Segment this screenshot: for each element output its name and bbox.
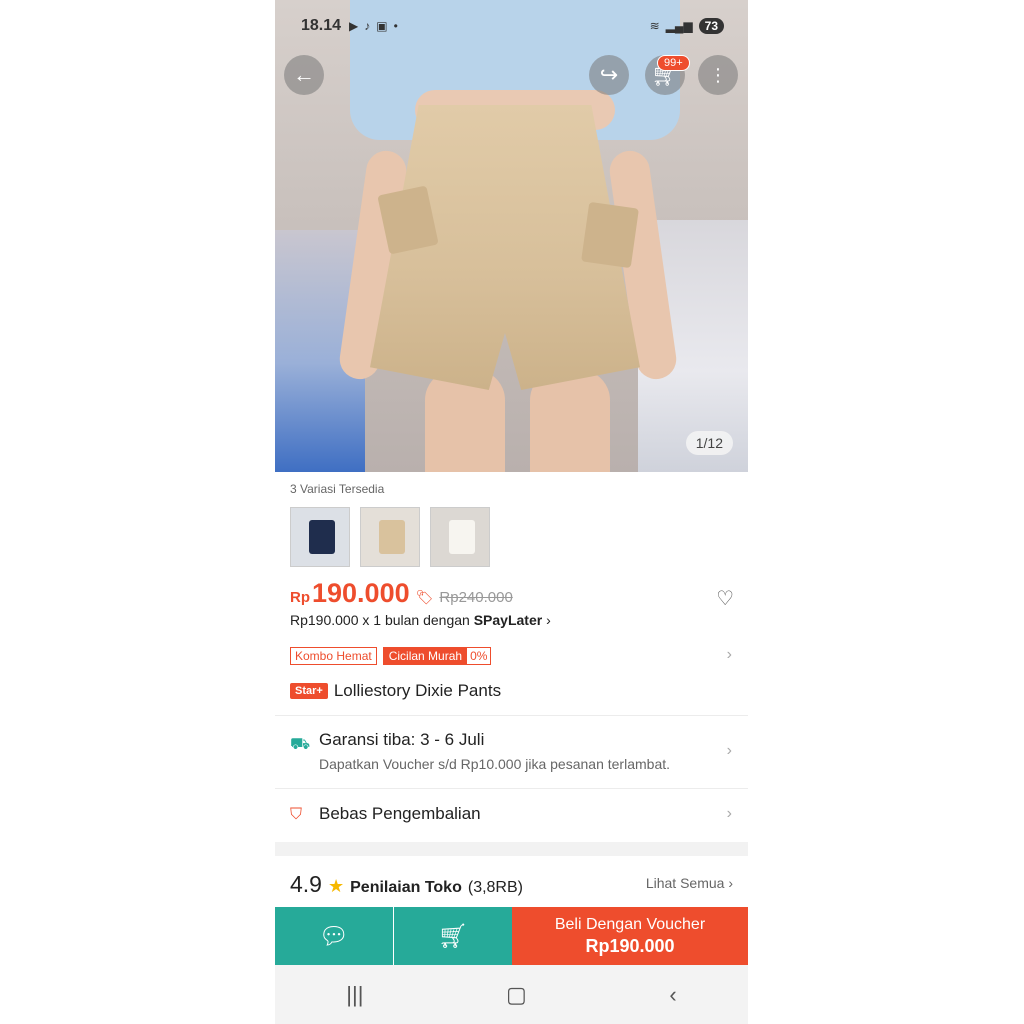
product-title: Lolliestory Dixie Pants <box>333 681 502 700</box>
price-row: Rp 190.000 🏷︎ Rp240.000 <box>290 578 513 609</box>
chat-icon: 💬︎ <box>318 922 350 950</box>
price-original: Rp240.000 <box>439 589 513 606</box>
recent-apps-icon[interactable]: ||| <box>346 982 363 1008</box>
cart-plus-icon: 🛒︎ <box>437 922 469 950</box>
variant-thumb-navy[interactable] <box>290 507 350 567</box>
add-to-cart-button[interactable]: 🛒︎ <box>394 907 512 965</box>
home-icon[interactable]: ▢ <box>506 982 527 1008</box>
product-page: 18.14 ▶ ♪ ▣ • ≋ ▂▄▆ 73 ← ↪ 🛒︎ 99+ ⋮ 1/12… <box>275 0 748 1024</box>
promo-tags[interactable]: Kombo Hemat Cicilan Murah 0% <box>290 647 492 665</box>
section-gap <box>275 842 748 856</box>
more-options-button[interactable]: ⋮ <box>698 55 738 95</box>
rating-score: 4.9 <box>290 871 322 897</box>
status-time: 18.14 <box>301 17 342 34</box>
more-vertical-icon: ⋮ <box>709 64 727 85</box>
star-plus-badge: Star+ <box>290 683 328 699</box>
favorite-heart-icon[interactable]: ♡ <box>716 586 734 611</box>
share-icon: ↪ <box>599 62 619 87</box>
price-currency: Rp <box>290 589 310 606</box>
shop-icon: ▣ <box>376 19 388 33</box>
back-button[interactable]: ← <box>284 55 324 95</box>
promo-tag-installment: Cicilan Murah 0% <box>382 647 492 665</box>
promo-tag-combo: Kombo Hemat <box>290 647 377 665</box>
back-nav-icon[interactable]: ‹ <box>669 982 676 1008</box>
arrow-left-icon: ← <box>293 62 315 87</box>
returns-title: Bebas Pengembalian <box>319 804 481 823</box>
rating-label: Penilaian Toko <box>350 879 462 896</box>
chevron-right-icon[interactable]: › <box>727 742 732 760</box>
chat-button[interactable]: 💬︎ <box>275 907 393 965</box>
battery-indicator: 73 <box>698 18 724 34</box>
signal-icon: ▂▄▆ <box>665 19 693 33</box>
variant-thumb-khaki[interactable] <box>360 507 420 567</box>
star-icon: ★ <box>327 876 345 896</box>
variant-thumbnails <box>290 507 490 567</box>
shield-check-icon: ⛉ <box>290 806 303 823</box>
tiktok-icon: ♪ <box>364 19 371 33</box>
voucher-tag-icon: 🏷︎ <box>415 589 434 605</box>
see-all-link[interactable]: Lihat Semua › <box>646 875 733 891</box>
dot-icon: • <box>393 19 398 33</box>
buy-label: Beli Dengan Voucher <box>554 915 706 933</box>
chevron-right-icon: › <box>546 612 551 628</box>
paylater-link[interactable]: Rp190.000 x 1 bulan dengan SPayLater › <box>290 612 551 628</box>
wifi-icon: ≋ <box>649 19 660 33</box>
buy-with-voucher-button[interactable]: Beli Dengan Voucher Rp190.000 <box>512 907 748 965</box>
system-navigation-bar: ||| ▢ ‹ <box>275 965 748 1024</box>
chevron-right-icon[interactable]: › <box>727 646 732 664</box>
truck-icon: ⛟ <box>290 736 311 753</box>
cart-count-badge: 99+ <box>657 55 690 71</box>
chevron-right-icon[interactable]: › <box>727 805 732 823</box>
product-title-row: Star+ Lolliestory Dixie Pants <box>290 681 501 701</box>
shop-rating-row: 4.9 ★ Penilaian Toko (3,8RB) Lihat Semua… <box>290 871 733 899</box>
price-current: 190.000 <box>312 578 410 608</box>
status-bar: 18.14 ▶ ♪ ▣ • ≋ ▂▄▆ 73 <box>301 14 724 38</box>
share-button[interactable]: ↪ <box>589 55 629 95</box>
image-counter: 1/12 <box>685 431 733 455</box>
product-image-carousel[interactable]: 18.14 ▶ ♪ ▣ • ≋ ▂▄▆ 73 ← ↪ 🛒︎ 99+ ⋮ 1/12 <box>275 0 748 472</box>
divider <box>275 788 748 789</box>
variant-thumb-white[interactable] <box>430 507 490 567</box>
shipping-subtitle: Dapatkan Voucher s/d Rp10.000 jika pesan… <box>319 756 671 772</box>
buy-price: Rp190.000 <box>585 935 675 956</box>
rating-count: (3,8RB) <box>467 879 523 896</box>
youtube-icon: ▶ <box>349 19 359 33</box>
bottom-action-bar: 💬︎ 🛒︎ Beli Dengan Voucher Rp190.000 <box>275 907 748 965</box>
divider <box>275 715 748 716</box>
variants-label: 3 Variasi Tersedia <box>290 482 385 496</box>
shipping-title: Garansi tiba: 3 - 6 Juli <box>319 730 485 749</box>
chevron-right-icon: › <box>728 875 733 891</box>
